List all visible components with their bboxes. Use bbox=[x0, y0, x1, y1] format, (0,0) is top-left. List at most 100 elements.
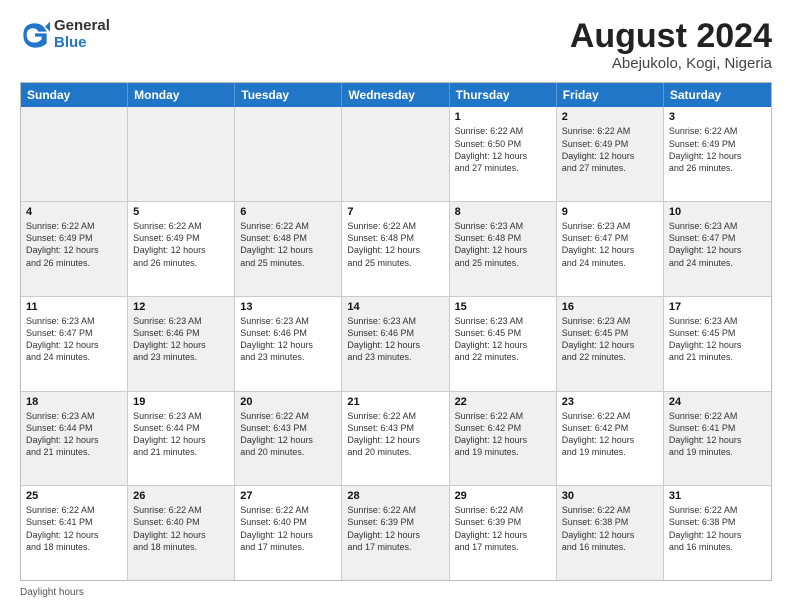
day-number: 18 bbox=[26, 396, 122, 408]
day-info: Sunrise: 6:22 AM Sunset: 6:48 PM Dayligh… bbox=[240, 220, 336, 269]
day-info: Sunrise: 6:22 AM Sunset: 6:40 PM Dayligh… bbox=[133, 504, 229, 553]
calendar-day-1: 1Sunrise: 6:22 AM Sunset: 6:50 PM Daylig… bbox=[450, 107, 557, 201]
day-info: Sunrise: 6:23 AM Sunset: 6:48 PM Dayligh… bbox=[455, 220, 551, 269]
day-info: Sunrise: 6:22 AM Sunset: 6:49 PM Dayligh… bbox=[562, 125, 658, 174]
header-day-saturday: Saturday bbox=[664, 83, 771, 107]
calendar-row-3: 11Sunrise: 6:23 AM Sunset: 6:47 PM Dayli… bbox=[21, 296, 771, 391]
day-info: Sunrise: 6:22 AM Sunset: 6:42 PM Dayligh… bbox=[455, 410, 551, 459]
calendar-row-2: 4 Sunrise: 6:22 AM Sunset: 6:49 PM Daylig… bbox=[21, 201, 771, 296]
logo-blue-text: Blue bbox=[54, 35, 110, 52]
day-info: Sunrise: 6:22 AM Sunset: 6:40 PM Dayligh… bbox=[240, 504, 336, 553]
calendar-day-14: 14 Sunrise: 6:23 AM Sunset: 6:46 PM Dayli… bbox=[342, 297, 449, 391]
calendar-day-11: 11Sunrise: 6:23 AM Sunset: 6:47 PM Dayli… bbox=[21, 297, 128, 391]
calendar-day-9: 9Sunrise: 6:23 AM Sunset: 6:47 PM Daylig… bbox=[557, 202, 664, 296]
calendar-day-2: 2 Sunrise: 6:22 AM Sunset: 6:49 PM Daylig… bbox=[557, 107, 664, 201]
day-number: 17 bbox=[669, 301, 766, 313]
calendar-empty-cell bbox=[342, 107, 449, 201]
day-number: 26 bbox=[133, 490, 229, 502]
calendar-day-20: 20 Sunrise: 6:22 AM Sunset: 6:43 PM Dayli… bbox=[235, 392, 342, 486]
header-day-wednesday: Wednesday bbox=[342, 83, 449, 107]
day-number: 15 bbox=[455, 301, 551, 313]
logo-text: General Blue bbox=[54, 18, 110, 51]
title-location: Abejukolo, Kogi, Nigeria bbox=[570, 55, 772, 72]
logo: General Blue bbox=[20, 18, 110, 51]
title-month: August 2024 bbox=[570, 18, 772, 55]
day-info: Sunrise: 6:23 AM Sunset: 6:44 PM Dayligh… bbox=[26, 410, 122, 459]
day-number: 7 bbox=[347, 206, 443, 218]
day-info: Sunrise: 6:23 AM Sunset: 6:46 PM Dayligh… bbox=[240, 315, 336, 364]
calendar-day-26: 26 Sunrise: 6:22 AM Sunset: 6:40 PM Dayli… bbox=[128, 486, 235, 580]
day-number: 6 bbox=[240, 206, 336, 218]
day-number: 5 bbox=[133, 206, 229, 218]
calendar-day-17: 17 Sunrise: 6:23 AM Sunset: 6:45 PM Dayli… bbox=[664, 297, 771, 391]
day-number: 4 bbox=[26, 206, 122, 218]
footer: Daylight hours bbox=[20, 587, 772, 598]
day-number: 2 bbox=[562, 111, 658, 123]
day-info: Sunrise: 6:23 AM Sunset: 6:45 PM Dayligh… bbox=[455, 315, 551, 364]
day-number: 3 bbox=[669, 111, 766, 123]
header-day-thursday: Thursday bbox=[450, 83, 557, 107]
day-info: Sunrise: 6:23 AM Sunset: 6:47 PM Dayligh… bbox=[669, 220, 766, 269]
calendar-day-15: 15 Sunrise: 6:23 AM Sunset: 6:45 PM Dayli… bbox=[450, 297, 557, 391]
calendar-day-25: 25 Sunrise: 6:22 AM Sunset: 6:41 PM Dayli… bbox=[21, 486, 128, 580]
day-info: Sunrise: 6:22 AM Sunset: 6:39 PM Dayligh… bbox=[455, 504, 551, 553]
day-info: Sunrise: 6:23 AM Sunset: 6:45 PM Dayligh… bbox=[669, 315, 766, 364]
day-info: Sunrise: 6:22 AM Sunset: 6:48 PM Dayligh… bbox=[347, 220, 443, 269]
calendar-day-6: 6 Sunrise: 6:22 AM Sunset: 6:48 PM Daylig… bbox=[235, 202, 342, 296]
day-number: 8 bbox=[455, 206, 551, 218]
calendar-day-30: 30 Sunrise: 6:22 AM Sunset: 6:38 PM Dayli… bbox=[557, 486, 664, 580]
day-number: 24 bbox=[669, 396, 766, 408]
calendar-day-5: 5 Sunrise: 6:22 AM Sunset: 6:49 PM Daylig… bbox=[128, 202, 235, 296]
page: General Blue August 2024 Abejukolo, Kogi… bbox=[0, 0, 792, 612]
calendar-day-31: 31Sunrise: 6:22 AM Sunset: 6:38 PM Dayli… bbox=[664, 486, 771, 580]
header-day-monday: Monday bbox=[128, 83, 235, 107]
header-day-sunday: Sunday bbox=[21, 83, 128, 107]
calendar-day-8: 8 Sunrise: 6:23 AM Sunset: 6:48 PM Daylig… bbox=[450, 202, 557, 296]
calendar-day-23: 23Sunrise: 6:22 AM Sunset: 6:42 PM Dayli… bbox=[557, 392, 664, 486]
calendar-row-5: 25 Sunrise: 6:22 AM Sunset: 6:41 PM Dayli… bbox=[21, 485, 771, 580]
calendar-day-16: 16Sunrise: 6:23 AM Sunset: 6:45 PM Dayli… bbox=[557, 297, 664, 391]
day-number: 21 bbox=[347, 396, 443, 408]
calendar-day-7: 7 Sunrise: 6:22 AM Sunset: 6:48 PM Daylig… bbox=[342, 202, 449, 296]
calendar-body: 1Sunrise: 6:22 AM Sunset: 6:50 PM Daylig… bbox=[21, 107, 771, 580]
day-info: Sunrise: 6:22 AM Sunset: 6:49 PM Dayligh… bbox=[669, 125, 766, 174]
day-info: Sunrise: 6:23 AM Sunset: 6:44 PM Dayligh… bbox=[133, 410, 229, 459]
header-day-tuesday: Tuesday bbox=[235, 83, 342, 107]
day-number: 30 bbox=[562, 490, 658, 502]
day-number: 12 bbox=[133, 301, 229, 313]
logo-icon bbox=[20, 20, 50, 50]
calendar-header: SundayMondayTuesdayWednesdayThursdayFrid… bbox=[21, 83, 771, 107]
header-day-friday: Friday bbox=[557, 83, 664, 107]
day-info: Sunrise: 6:22 AM Sunset: 6:38 PM Dayligh… bbox=[562, 504, 658, 553]
day-number: 23 bbox=[562, 396, 658, 408]
calendar-day-22: 22 Sunrise: 6:22 AM Sunset: 6:42 PM Dayli… bbox=[450, 392, 557, 486]
day-info: Sunrise: 6:23 AM Sunset: 6:46 PM Dayligh… bbox=[347, 315, 443, 364]
calendar: SundayMondayTuesdayWednesdayThursdayFrid… bbox=[20, 82, 772, 581]
day-info: Sunrise: 6:22 AM Sunset: 6:41 PM Dayligh… bbox=[26, 504, 122, 553]
calendar-day-29: 29 Sunrise: 6:22 AM Sunset: 6:39 PM Dayli… bbox=[450, 486, 557, 580]
day-number: 22 bbox=[455, 396, 551, 408]
day-info: Sunrise: 6:22 AM Sunset: 6:41 PM Dayligh… bbox=[669, 410, 766, 459]
calendar-empty-cell bbox=[128, 107, 235, 201]
day-number: 19 bbox=[133, 396, 229, 408]
calendar-day-3: 3 Sunrise: 6:22 AM Sunset: 6:49 PM Daylig… bbox=[664, 107, 771, 201]
day-number: 25 bbox=[26, 490, 122, 502]
calendar-row-1: 1Sunrise: 6:22 AM Sunset: 6:50 PM Daylig… bbox=[21, 107, 771, 201]
calendar-empty-cell bbox=[21, 107, 128, 201]
calendar-day-28: 28Sunrise: 6:22 AM Sunset: 6:39 PM Dayli… bbox=[342, 486, 449, 580]
calendar-day-24: 24 Sunrise: 6:22 AM Sunset: 6:41 PM Dayli… bbox=[664, 392, 771, 486]
day-info: Sunrise: 6:22 AM Sunset: 6:38 PM Dayligh… bbox=[669, 504, 766, 553]
calendar-day-19: 19 Sunrise: 6:23 AM Sunset: 6:44 PM Dayli… bbox=[128, 392, 235, 486]
day-number: 29 bbox=[455, 490, 551, 502]
day-number: 14 bbox=[347, 301, 443, 313]
day-number: 1 bbox=[455, 111, 551, 123]
day-info: Sunrise: 6:22 AM Sunset: 6:49 PM Dayligh… bbox=[133, 220, 229, 269]
day-number: 28 bbox=[347, 490, 443, 502]
calendar-day-27: 27Sunrise: 6:22 AM Sunset: 6:40 PM Dayli… bbox=[235, 486, 342, 580]
calendar-day-13: 13Sunrise: 6:23 AM Sunset: 6:46 PM Dayli… bbox=[235, 297, 342, 391]
day-info: Sunrise: 6:22 AM Sunset: 6:43 PM Dayligh… bbox=[240, 410, 336, 459]
day-info: Sunrise: 6:23 AM Sunset: 6:46 PM Dayligh… bbox=[133, 315, 229, 364]
calendar-day-21: 21Sunrise: 6:22 AM Sunset: 6:43 PM Dayli… bbox=[342, 392, 449, 486]
day-number: 20 bbox=[240, 396, 336, 408]
day-number: 16 bbox=[562, 301, 658, 313]
